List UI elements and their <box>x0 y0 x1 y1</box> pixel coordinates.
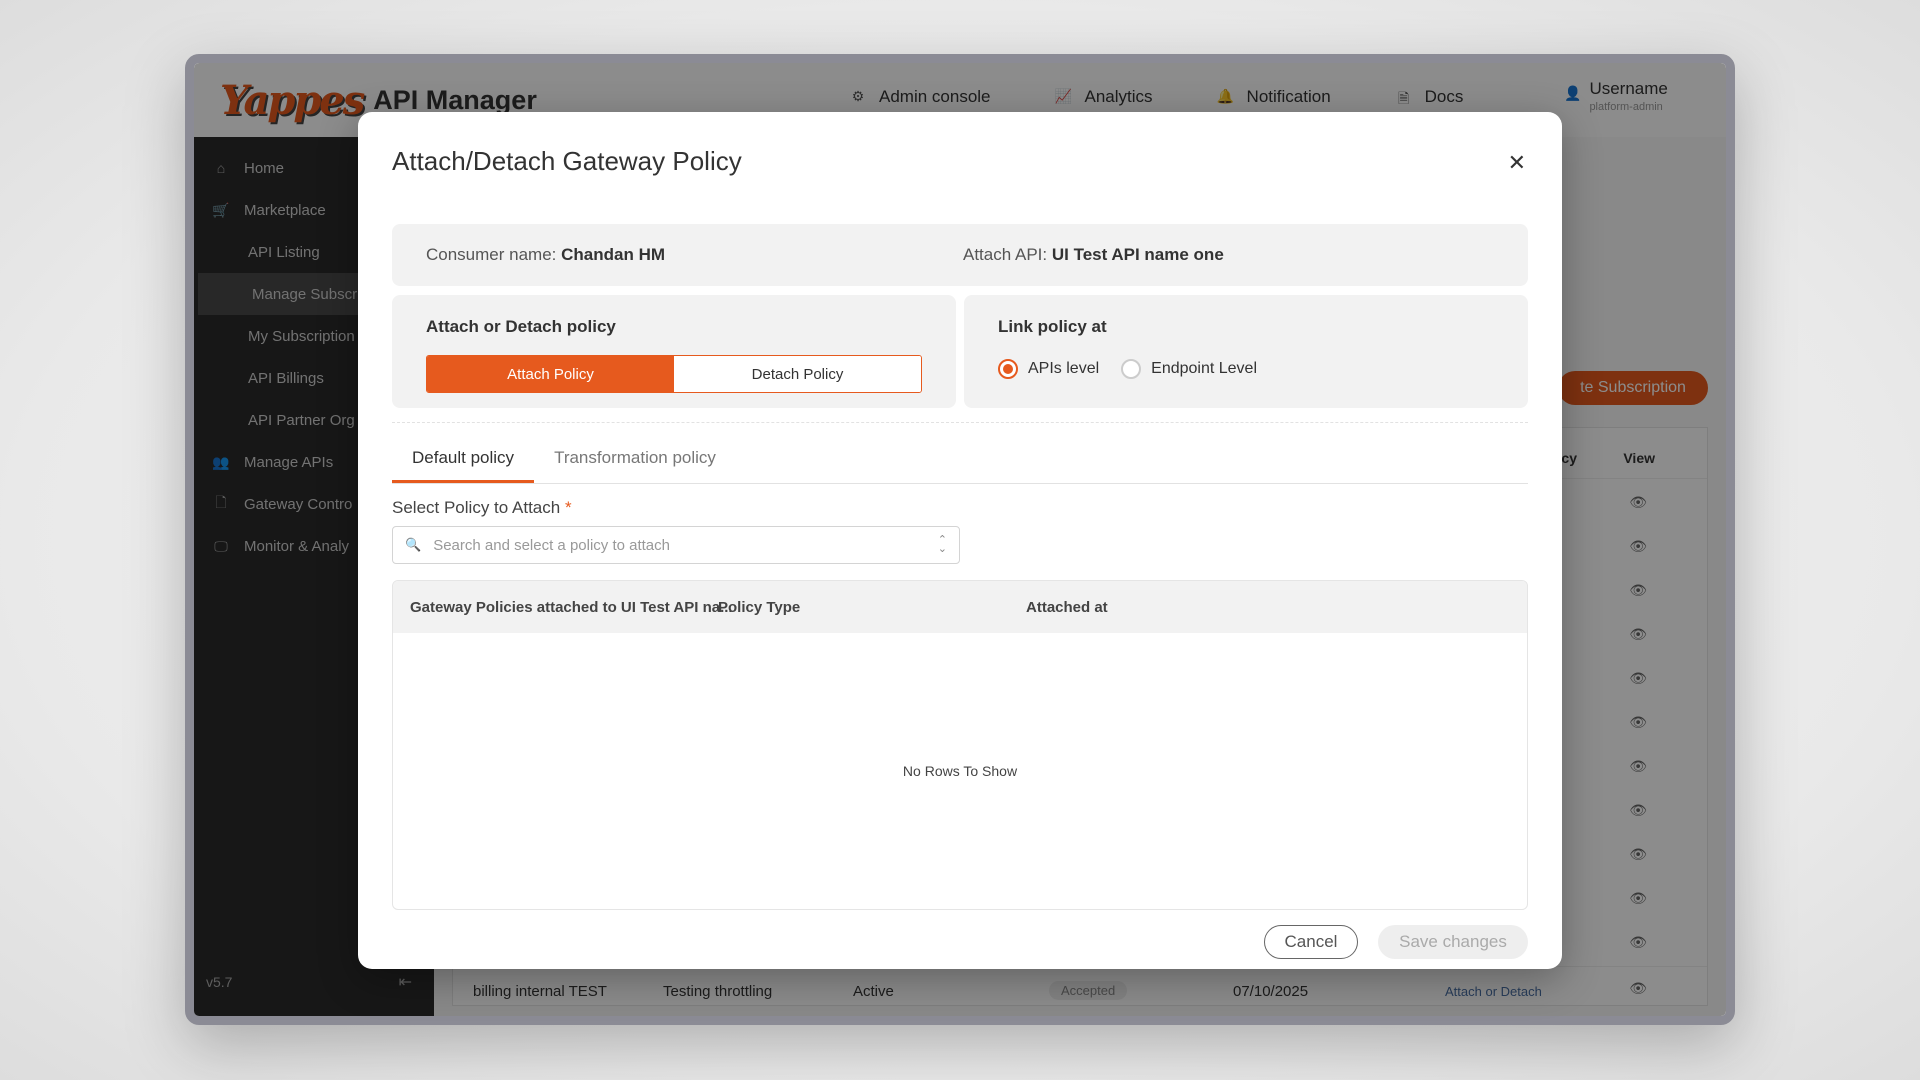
select-policy-label: Select Policy to Attach * <box>392 498 572 518</box>
radio-endpoint-level[interactable] <box>1121 359 1142 379</box>
consumer-label: Consumer name: <box>426 245 557 264</box>
attach-detach-policy-modal: Attach/Detach Gateway Policy ✕ Consumer … <box>358 112 1562 969</box>
radio-label[interactable]: Endpoint Level <box>1151 360 1257 378</box>
api-label: Attach API: <box>963 245 1048 264</box>
label-text: Select Policy to Attach <box>392 498 561 517</box>
api-name: UI Test API name one <box>1051 245 1224 264</box>
column-header-attached-at[interactable]: Attached at <box>1026 599 1108 616</box>
search-icon: 🔍 <box>405 537 422 552</box>
cancel-button[interactable]: Cancel <box>1264 925 1358 959</box>
tab-default-policy[interactable]: Default policy <box>392 442 535 483</box>
policy-search-input[interactable] <box>433 536 959 554</box>
policy-tabs: Default policy Transformation policy <box>392 442 1528 484</box>
grid-header: Gateway Policies attached to UI Test API… <box>393 581 1527 633</box>
consumer-name: Chandan HM <box>561 245 666 264</box>
modal-title: Attach/Detach Gateway Policy <box>392 146 742 176</box>
detach-policy-button[interactable]: Detach Policy <box>674 356 921 392</box>
required-mark: * <box>564 498 572 517</box>
link-level-radio-group: APIs level Endpoint Level <box>998 359 1279 379</box>
chevron-updown-icon: ⌃ ⌄ <box>937 534 947 555</box>
attached-policies-grid: Gateway Policies attached to UI Test API… <box>392 580 1528 910</box>
attach-detach-panel: Attach or Detach policy Attach Policy De… <box>392 295 956 408</box>
policy-select[interactable]: 🔍 ⌃⌄ <box>392 526 960 564</box>
consumer-info: Consumer name: Chandan HM <box>426 245 665 265</box>
radio-apis-level[interactable] <box>998 359 1018 379</box>
panel-title: Attach or Detach policy <box>426 317 616 336</box>
column-header-policies[interactable]: Gateway Policies attached to UI Test API… <box>410 599 733 616</box>
save-changes-button[interactable]: Save changes <box>1378 925 1528 959</box>
radio-label[interactable]: APIs level <box>1028 360 1099 378</box>
attach-detach-toggle: Attach Policy Detach Policy <box>426 355 922 393</box>
subscription-info: Consumer name: Chandan HM Attach API: UI… <box>392 224 1528 286</box>
attach-policy-button[interactable]: Attach Policy <box>427 356 674 392</box>
divider <box>392 422 1528 423</box>
close-icon[interactable]: ✕ <box>1508 150 1526 176</box>
link-policy-panel: Link policy at APIs level Endpoint Level <box>964 295 1528 408</box>
panel-title: Link policy at <box>998 317 1107 336</box>
empty-state-message: No Rows To Show <box>902 763 1018 779</box>
api-info: Attach API: UI Test API name one <box>963 245 1224 265</box>
column-header-policy-type[interactable]: Policy Type <box>718 599 800 616</box>
tab-transformation-policy[interactable]: Transformation policy <box>534 442 736 483</box>
